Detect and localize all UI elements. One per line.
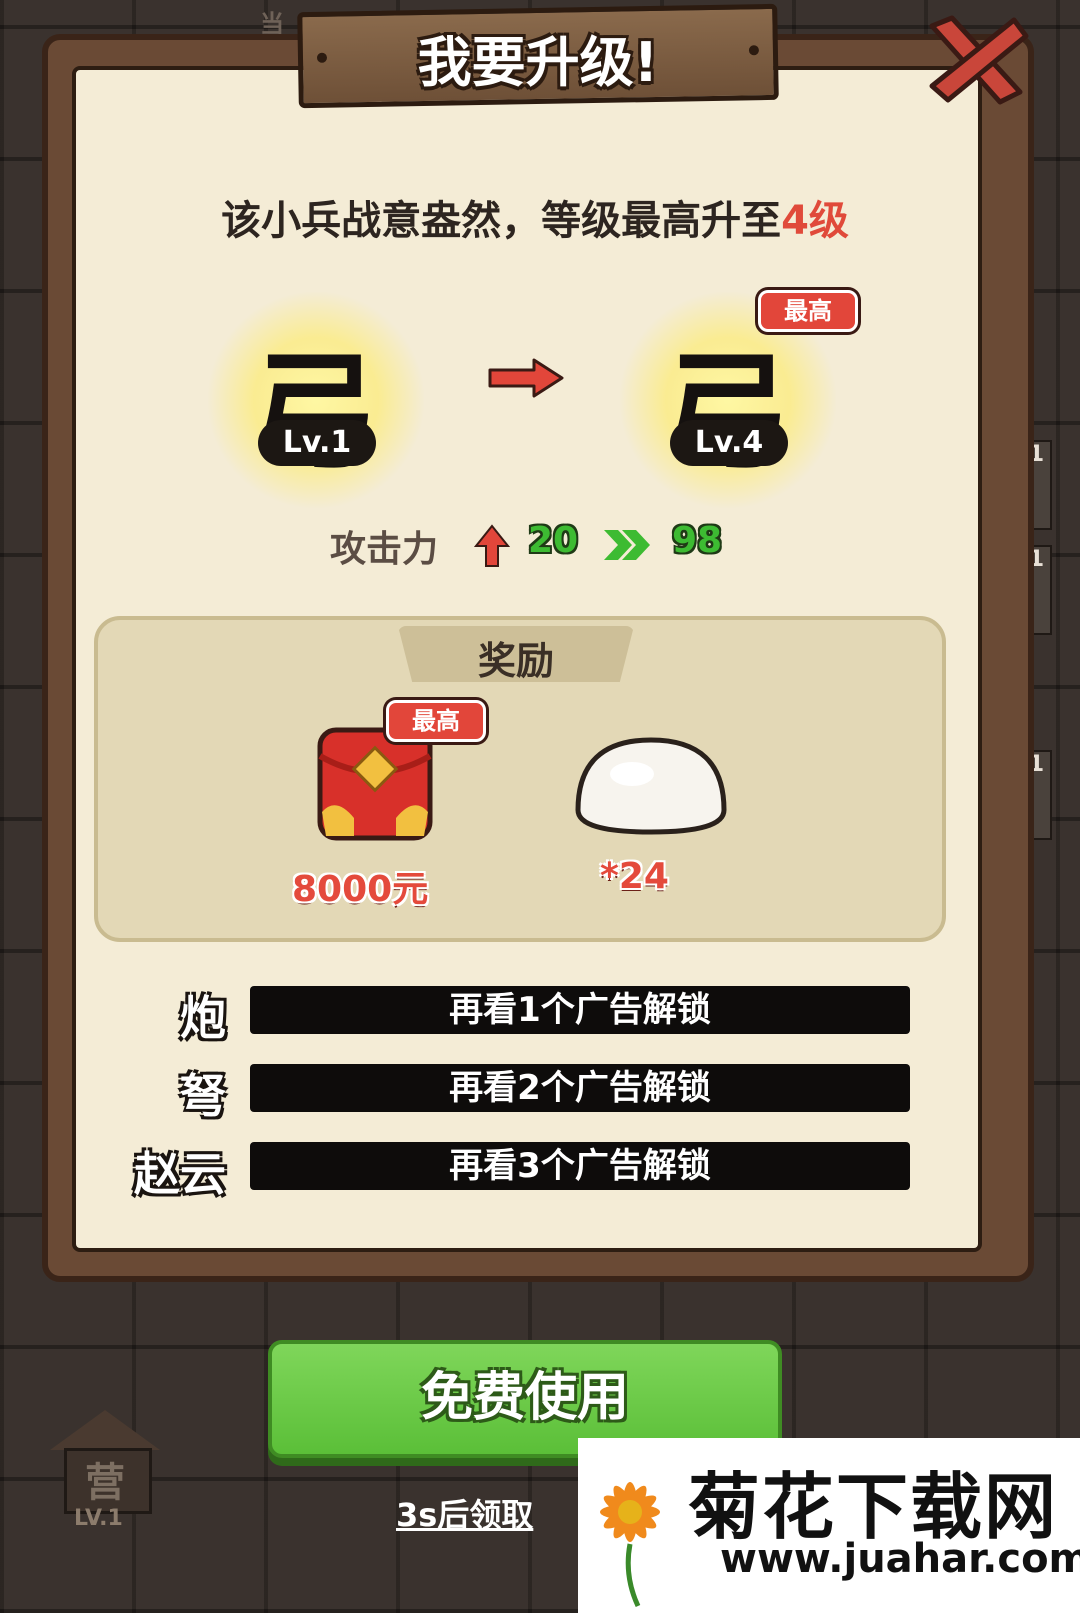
watermark-url: www.juahar.com — [720, 1536, 1080, 1582]
unlock-unit-name: 赵云 — [134, 1147, 226, 1201]
max-badge: 最高 — [758, 290, 858, 332]
unlock-unit-name: 炮 — [180, 991, 226, 1045]
stat-from-value: 20 — [528, 520, 579, 561]
dialog-title: 我要升级! — [417, 31, 659, 94]
steamed-bun-icon — [575, 737, 727, 835]
stat-to-value: 98 — [672, 520, 723, 561]
double-chevron-icon — [604, 530, 650, 560]
unit-level-tag: Lv.4 — [670, 420, 788, 466]
unlock-unit-name: 弩 — [180, 1069, 226, 1123]
close-icon — [929, 15, 1029, 105]
barracks-label: 营 — [85, 1460, 125, 1506]
unlock-ad-button[interactable]: 再看3个广告解锁 — [250, 1142, 910, 1190]
upgrade-description: 该小兵战意盎然，等级最高升至4级 — [100, 188, 970, 246]
unlock-ad-button[interactable]: 再看2个广告解锁 — [250, 1064, 910, 1112]
reward-title: 奖励 — [477, 639, 554, 683]
stat-label: 攻击力 — [330, 529, 439, 570]
reward-value: *24 — [600, 856, 669, 897]
chrysanthemum-logo-icon — [600, 1482, 660, 1608]
max-level-highlight: 4级 — [781, 198, 849, 244]
attack-stat-row: 攻击力 20 98 — [330, 520, 750, 570]
unlock-ad-button[interactable]: 再看1个广告解锁 — [250, 986, 910, 1034]
current-unit: 弓 Lv.1 — [206, 290, 426, 510]
description-text: 该小兵战意盎然，等级最高升至 — [221, 198, 782, 244]
close-button[interactable] — [922, 14, 1032, 106]
unit-level-tag: Lv.1 — [258, 420, 376, 466]
claim-countdown-link[interactable]: 3s后领取 — [396, 1490, 596, 1536]
right-arrow-icon — [488, 358, 564, 398]
red-envelope-icon — [317, 727, 433, 841]
max-badge: 最高 — [386, 700, 486, 742]
barracks-level: LV.1 — [74, 1506, 123, 1531]
up-arrow-icon — [474, 524, 510, 567]
reward-value: 8000元 — [292, 869, 429, 910]
barracks-roof — [50, 1410, 160, 1450]
